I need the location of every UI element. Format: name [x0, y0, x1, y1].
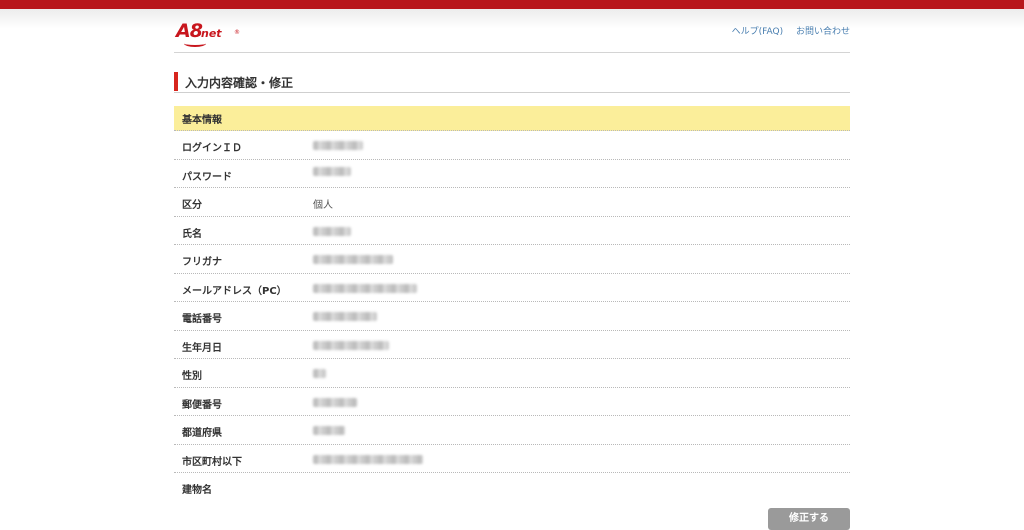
row-label: 市区町村以下 — [182, 456, 242, 468]
row-furigana: フリガナ — [174, 245, 850, 274]
page-title: 入力内容確認・修正 — [185, 76, 294, 90]
row-label: 電話番号 — [182, 314, 222, 325]
redacted-value — [313, 283, 417, 293]
logo-registered-icon: ® — [234, 29, 240, 36]
help-faq-link[interactable]: ヘルプ(FAQ) — [732, 27, 783, 37]
contact-link[interactable]: お問い合わせ — [796, 27, 850, 37]
row-label: 性別 — [182, 371, 202, 382]
section-header-basic-info: 基本情報 — [174, 106, 850, 131]
row-prefecture: 都道府県 — [174, 416, 850, 445]
page-heading: 入力内容確認・修正 — [174, 72, 850, 93]
logo-suffix: net — [201, 27, 222, 40]
row-city-address: 市区町村以下 — [174, 445, 850, 473]
redacted-value — [313, 255, 393, 264]
a8net-logo[interactable]: A8 net ® — [176, 20, 246, 47]
row-label: 生年月日 — [182, 342, 222, 354]
redacted-value — [313, 166, 351, 176]
row-password: パスワード — [174, 160, 850, 188]
row-name: 氏名 — [174, 217, 850, 245]
row-label: ログインＩＤ — [182, 143, 242, 154]
row-login-id: ログインＩＤ — [174, 131, 850, 160]
redacted-value — [313, 397, 357, 407]
basic-info-table: ログインＩＤ パスワード 区分 個人 氏名 フリガナ メールアドレス（PC） 電… — [174, 131, 850, 501]
row-gender: 性別 — [174, 359, 850, 388]
redacted-value — [313, 340, 389, 350]
redacted-value — [313, 369, 326, 378]
redacted-value — [313, 226, 351, 236]
row-building: 建物名 — [174, 473, 850, 501]
site-header: A8 net ® ヘルプ(FAQ) お問い合わせ — [174, 9, 850, 53]
header-nav: ヘルプ(FAQ) お問い合わせ — [722, 24, 850, 37]
row-label: 氏名 — [182, 228, 202, 240]
section-title: 基本情報 — [182, 115, 222, 126]
row-email: メールアドレス（PC） — [174, 274, 850, 302]
row-category: 区分 個人 — [174, 188, 850, 217]
row-label: 区分 — [182, 200, 202, 211]
row-label: パスワード — [182, 171, 232, 183]
row-label: 都道府県 — [182, 428, 222, 439]
redacted-value — [313, 312, 377, 321]
redacted-value — [313, 426, 345, 435]
redacted-value — [313, 141, 363, 150]
row-label: 建物名 — [182, 485, 212, 496]
row-label: メールアドレス（PC） — [182, 285, 287, 297]
row-label: フリガナ — [182, 257, 222, 268]
row-phone: 電話番号 — [174, 302, 850, 331]
row-birthdate: 生年月日 — [174, 331, 850, 359]
logo-mark: A8 — [176, 20, 203, 42]
top-brand-bar — [0, 0, 1024, 9]
edit-button[interactable]: 修正する — [768, 508, 850, 530]
redacted-value — [313, 454, 423, 464]
row-value: 個人 — [313, 200, 333, 211]
row-label: 郵便番号 — [182, 399, 222, 411]
heading-accent-bar — [174, 72, 178, 91]
row-postal-code: 郵便番号 — [174, 388, 850, 416]
logo-swoosh-icon — [184, 40, 206, 47]
